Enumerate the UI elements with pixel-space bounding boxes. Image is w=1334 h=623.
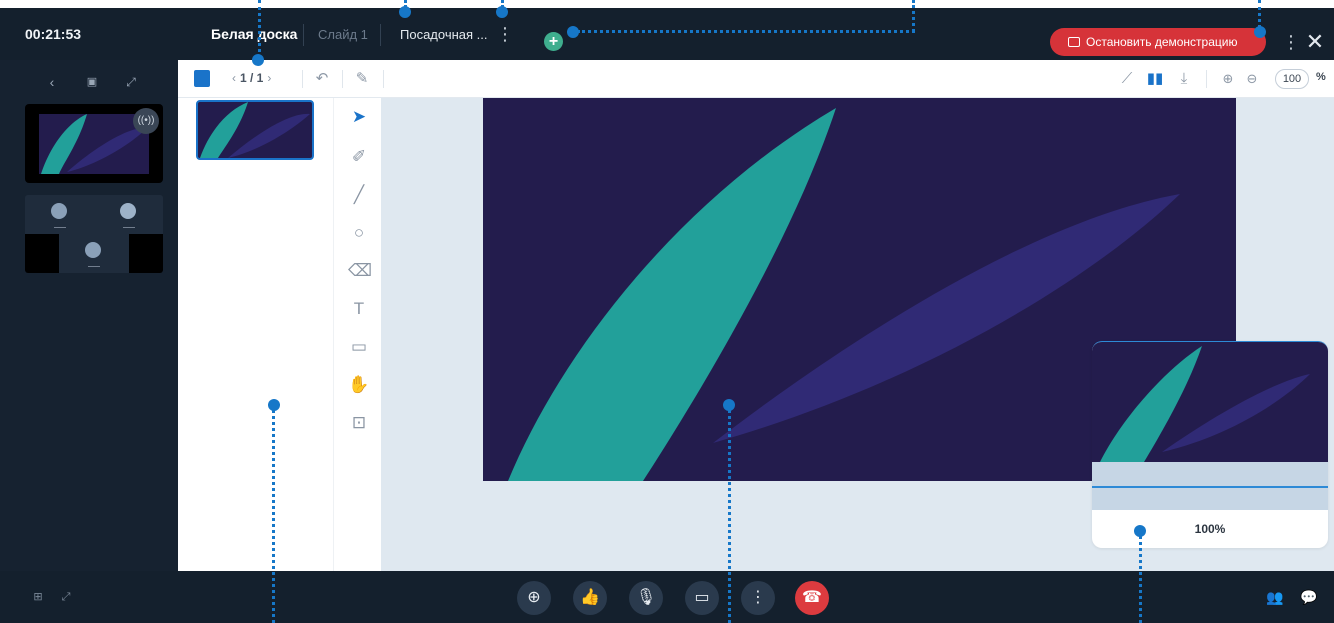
avatar	[51, 203, 67, 219]
globe-icon[interactable]: ⊕	[517, 581, 551, 615]
chevron-left-icon[interactable]: ‹	[42, 72, 62, 92]
callout-line	[728, 410, 731, 623]
stop-demonstration-button[interactable]: Остановить демонстрацию	[1050, 28, 1266, 56]
participants-icon[interactable]: 👥	[1264, 587, 1286, 607]
page-navigator[interactable]: ‹ 1 / 1 ›	[228, 71, 275, 85]
hang-up-icon[interactable]: ☎	[795, 581, 829, 615]
slides-panel-toggle-icon[interactable]	[194, 70, 210, 87]
participant-name: ▬▬▬▬	[123, 225, 135, 229]
speaking-indicator-icon: ((•))	[133, 108, 159, 134]
top-bar: 00:21:53 Белая доска Слайд 1 Посадочная …	[0, 8, 1334, 60]
video-spacer	[129, 234, 163, 273]
tab-menu-icon[interactable]: ⋮	[496, 22, 514, 46]
callout-dot	[252, 54, 264, 66]
callout-line	[258, 0, 261, 58]
participant-tile[interactable]: ▬▬▬▬	[94, 195, 163, 234]
tab-whiteboard[interactable]: Белая доска	[211, 26, 297, 42]
zoom-input[interactable]: 100	[1275, 69, 1309, 89]
participant-tile[interactable]: ▬▬▬▬	[25, 195, 94, 234]
undo-icon[interactable]: ↶	[312, 69, 332, 89]
video-spacer	[25, 234, 59, 273]
add-tab-button[interactable]: +	[544, 32, 563, 51]
close-icon[interactable]: ✕	[1305, 29, 1325, 57]
chat-icon[interactable]: 💬	[1298, 587, 1320, 607]
board-toolbar: ‹ 1 / 1 › ↶ ✎ ⟋ ▮▮ ⤓ ⊕ ⊖ 100 %	[178, 60, 1334, 98]
zoom-in-icon[interactable]: ⊕	[1218, 69, 1238, 89]
tab-slide[interactable]: Слайд 1	[318, 27, 368, 42]
pointer-off-icon[interactable]: ⟋	[1117, 69, 1137, 89]
toolbar-divider	[302, 70, 303, 88]
eraser-icon[interactable]: ⌫	[348, 260, 372, 282]
participant-tile[interactable]: ▬▬▬▬	[59, 234, 129, 273]
zoom-unit: %	[1316, 71, 1326, 83]
pencil-icon[interactable]: ✐	[348, 146, 370, 168]
slide-thumbnail[interactable]	[196, 100, 314, 160]
toolbar-divider	[1206, 70, 1207, 88]
whiteboard-area: ‹ 1 / 1 › ↶ ✎ ⟋ ▮▮ ⤓ ⊕ ⊖ 100 % ➤ ✐ ╱ ○ ⌫…	[178, 60, 1334, 571]
line-icon[interactable]: ╱	[348, 184, 370, 206]
thumbs-up-icon[interactable]: 👍	[573, 581, 607, 615]
avatar	[120, 203, 136, 219]
callout-line	[912, 0, 915, 32]
callout-line	[577, 30, 915, 33]
screen-share-icon	[1068, 37, 1080, 47]
image-insert-icon[interactable]: ⊡	[348, 412, 370, 434]
callout-line	[1139, 536, 1142, 623]
shape-icon[interactable]: ○	[348, 222, 370, 244]
hand-icon[interactable]: ✋	[348, 374, 370, 396]
teal-leaf-shape	[508, 108, 836, 481]
video-grid: ▬▬▬▬ ▬▬▬▬ ▬▬▬▬	[25, 195, 163, 273]
toolbar-divider	[383, 70, 384, 88]
brush-icon[interactable]: ✎	[352, 69, 372, 89]
more-menu-icon[interactable]: ⋮	[1282, 28, 1300, 56]
slides-panel	[178, 98, 333, 571]
expand-icon[interactable]: ⤢	[121, 72, 141, 92]
comment-icon[interactable]: ▭	[348, 336, 370, 358]
camera-icon[interactable]: ▭	[685, 581, 719, 615]
callout-line	[1258, 0, 1261, 28]
library-icon[interactable]: ▮▮	[1145, 69, 1165, 89]
toolbar-divider	[342, 70, 343, 88]
minimap[interactable]: 100%	[1092, 341, 1328, 548]
participant-name: ▬▬▬▬	[54, 225, 66, 229]
callout-line	[404, 0, 407, 8]
callout-line	[501, 0, 504, 8]
participant-name: ▬▬▬▬	[88, 264, 100, 268]
bottom-bar: ⊞ ⤢ ⊕ 👍 🎙 ▭ ⋮ ☎ 👥 💬	[0, 571, 1334, 623]
more-vertical-icon[interactable]: ⋮	[741, 581, 775, 615]
conference-app: 00:21:53 Белая доска Слайд 1 Посадочная …	[0, 0, 1334, 623]
select-icon[interactable]: ➤	[348, 106, 370, 128]
minimap-divider	[1092, 486, 1328, 488]
slide-thumbnail-art	[200, 102, 310, 158]
participants-panel: ‹ ▣ ⤢ ((•)) ▬▬▬▬ ▬▬▬▬ ▬▬▬▬	[0, 60, 178, 571]
pip-icon[interactable]: ▣	[82, 72, 102, 92]
minimap-zoom-label: 100%	[1194, 522, 1226, 536]
tab-divider	[380, 24, 381, 46]
drawing-tools: ➤ ✐ ╱ ○ ⌫ T ▭ ✋ ⊡	[333, 98, 381, 571]
tab-divider	[303, 24, 304, 46]
call-timer: 00:21:53	[25, 26, 82, 42]
tab-landing[interactable]: Посадочная ...	[400, 27, 488, 42]
avatar	[85, 242, 101, 258]
minimap-leaves	[1100, 346, 1310, 462]
minimap-artwork	[1092, 342, 1328, 462]
fullscreen-icon[interactable]: ⤢	[59, 590, 73, 604]
zoom-out-icon[interactable]: ⊖	[1242, 69, 1262, 89]
download-icon[interactable]: ⤓	[1174, 69, 1194, 89]
text-icon[interactable]: T	[348, 298, 370, 320]
page-indicator: 1 / 1	[240, 71, 264, 85]
shared-screen-thumbnail[interactable]: ((•))	[25, 104, 163, 183]
stop-demonstration-label: Остановить демонстрацию	[1086, 35, 1238, 49]
callout-line	[272, 410, 275, 623]
microphone-icon[interactable]: 🎙	[629, 581, 663, 615]
grid-layout-icon[interactable]: ⊞	[31, 590, 45, 604]
